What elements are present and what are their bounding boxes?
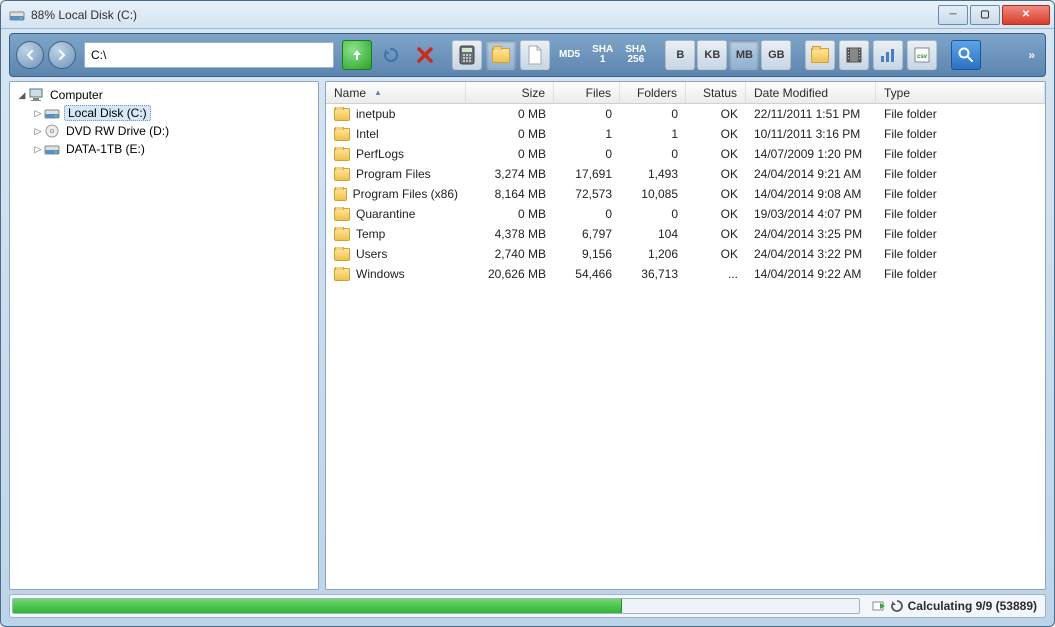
table-row[interactable]: inetpub0 MB00OK22/11/2011 1:51 PMFile fo… (326, 104, 1045, 124)
chart-button[interactable] (873, 40, 903, 70)
up-button[interactable] (342, 40, 372, 70)
tree-toggle-icon[interactable]: ▷ (32, 108, 44, 119)
search-button[interactable] (951, 40, 981, 70)
folder-icon (334, 128, 350, 141)
tree-item[interactable]: ▷Local Disk (C:) (16, 104, 312, 122)
path-box[interactable] (84, 42, 334, 68)
table-row[interactable]: Quarantine0 MB00OK19/03/2014 4:07 PMFile… (326, 204, 1045, 224)
tree-toggle-icon[interactable]: ▷ (32, 126, 44, 137)
table-row[interactable]: Windows20,626 MB54,46636,713...14/04/201… (326, 264, 1045, 284)
folder-icon (334, 188, 347, 201)
folder-icon (334, 148, 350, 161)
open-folder-button[interactable] (805, 40, 835, 70)
back-button[interactable] (16, 41, 44, 69)
column-date[interactable]: Date Modified (746, 82, 876, 103)
minimize-button[interactable]: ─ (938, 5, 968, 25)
toolbar-overflow-icon[interactable]: » (1024, 48, 1039, 62)
computer-icon (28, 87, 44, 103)
calculator-button[interactable] (452, 40, 482, 70)
close-button[interactable]: ✕ (1002, 5, 1050, 25)
file-view-button[interactable] (520, 40, 550, 70)
column-folders[interactable]: Folders (620, 82, 686, 103)
titlebar[interactable]: 88% Local Disk (C:) ─ ▢ ✕ (1, 1, 1054, 29)
folder-icon (334, 168, 350, 181)
tree-panel: ◢Computer▷Local Disk (C:)▷DVD RW Drive (… (9, 81, 319, 590)
maximize-button[interactable]: ▢ (970, 5, 1000, 25)
cancel-button[interactable] (410, 40, 440, 70)
drive-icon (44, 123, 60, 139)
tree-toggle-icon[interactable]: ▷ (32, 144, 44, 155)
unit-button-b[interactable]: B (665, 40, 695, 70)
table-row[interactable]: PerfLogs0 MB00OK14/07/2009 1:20 PMFile f… (326, 144, 1045, 164)
sort-indicator-icon: ▲ (374, 88, 382, 97)
film-button[interactable] (839, 40, 869, 70)
toolbar: MD5SHA 1SHA 256 BKBMBGB csv » (9, 33, 1046, 77)
hash-button-md5[interactable]: MD5 (554, 40, 585, 70)
path-input[interactable] (91, 48, 327, 62)
statusbar: Calculating 9/9 (53889) (9, 594, 1046, 618)
column-status[interactable]: Status (686, 82, 746, 103)
column-name[interactable]: Name▲ (326, 82, 466, 103)
status-text: Calculating 9/9 (53889) (908, 599, 1037, 613)
table-row[interactable]: Users2,740 MB9,1561,206OK24/04/2014 3:22… (326, 244, 1045, 264)
list-header: Name▲ Size Files Folders Status Date Mod… (326, 82, 1045, 104)
column-files[interactable]: Files (554, 82, 620, 103)
folder-icon (334, 248, 350, 261)
unit-button-kb[interactable]: KB (697, 40, 727, 70)
folder-view-button[interactable] (486, 40, 516, 70)
drive-icon (44, 141, 60, 157)
folder-icon (334, 228, 350, 241)
forward-button[interactable] (48, 41, 76, 69)
status-refresh-icon (890, 599, 904, 613)
csv-button[interactable]: csv (907, 40, 937, 70)
tree-root[interactable]: ◢Computer (16, 86, 312, 104)
app-window: 88% Local Disk (C:) ─ ▢ ✕ (0, 0, 1055, 627)
unit-button-mb[interactable]: MB (729, 40, 759, 70)
list-panel: Name▲ Size Files Folders Status Date Mod… (325, 81, 1046, 590)
hash-button-sha1[interactable]: SHA 1 (587, 40, 618, 70)
table-row[interactable]: Program Files (x86)8,164 MB72,57310,085O… (326, 184, 1045, 204)
status-play-icon (872, 599, 886, 613)
svg-text:csv: csv (917, 54, 928, 60)
table-row[interactable]: Temp4,378 MB6,797104OK24/04/2014 3:25 PM… (326, 224, 1045, 244)
column-type[interactable]: Type (876, 82, 1045, 103)
folder-icon (334, 108, 350, 121)
refresh-button[interactable] (376, 40, 406, 70)
window-title: 88% Local Disk (C:) (31, 8, 936, 22)
drive-icon (44, 105, 60, 121)
column-size[interactable]: Size (466, 82, 554, 103)
unit-button-gb[interactable]: GB (761, 40, 791, 70)
progress-bar (12, 598, 860, 614)
app-icon (9, 7, 25, 23)
folder-icon (334, 208, 350, 221)
tree-toggle-icon[interactable]: ◢ (16, 90, 28, 101)
table-row[interactable]: Program Files3,274 MB17,6911,493OK24/04/… (326, 164, 1045, 184)
folder-icon (334, 268, 350, 281)
hash-button-sha256[interactable]: SHA 256 (620, 40, 651, 70)
tree-item[interactable]: ▷DVD RW Drive (D:) (16, 122, 312, 140)
tree-item[interactable]: ▷DATA-1TB (E:) (16, 140, 312, 158)
table-row[interactable]: Intel0 MB11OK10/11/2011 3:16 PMFile fold… (326, 124, 1045, 144)
